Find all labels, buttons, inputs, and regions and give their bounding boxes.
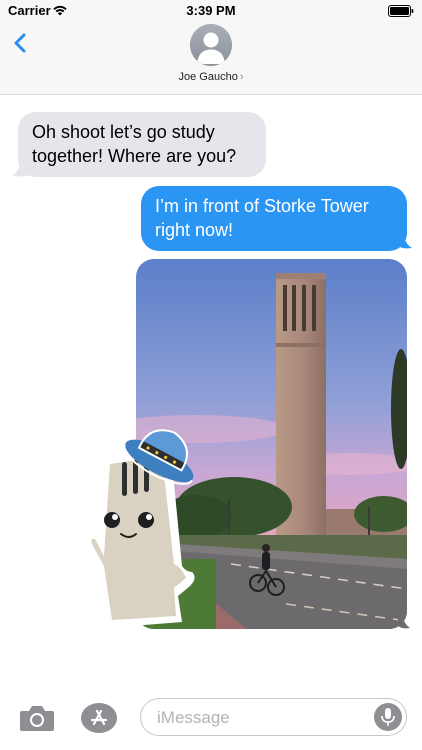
photo-bubble-tail [398, 616, 410, 629]
message-input-bar: iMessage [0, 690, 422, 750]
battery-icon [388, 5, 414, 17]
app-store-icon [81, 703, 117, 733]
message-input[interactable]: iMessage [140, 698, 407, 736]
incoming-message-text: Oh shoot let’s go study together! Where … [32, 122, 237, 166]
outgoing-message-text: I’m in front of Storke Tower right now! [155, 196, 369, 240]
camera-button[interactable] [18, 703, 56, 733]
status-time: 3:39 PM [186, 3, 236, 18]
chevron-left-icon [14, 33, 26, 53]
incoming-message-bubble[interactable]: Oh shoot let’s go study together! Where … [18, 112, 266, 177]
microphone-button[interactable] [374, 703, 402, 731]
chevron-right-icon: › [239, 71, 244, 83]
fork-sticker-graphic [84, 429, 195, 628]
message-placeholder: iMessage [157, 708, 230, 727]
avatar[interactable] [190, 24, 232, 66]
conversation-header: Joe Gaucho › [0, 22, 422, 95]
app-store-button[interactable] [80, 702, 118, 734]
contact-name-button[interactable]: Joe Gaucho › [0, 71, 422, 83]
back-button[interactable] [8, 28, 36, 58]
contact-name: Joe Gaucho [178, 71, 238, 83]
camera-icon [20, 706, 54, 731]
outgoing-message-bubble[interactable]: I’m in front of Storke Tower right now! [141, 186, 407, 251]
microphone-icon [381, 708, 395, 726]
fork-with-hat-sticker[interactable] [78, 416, 204, 630]
status-bar: Carrier 3:39 PM [0, 0, 422, 22]
person-silhouette-icon [190, 24, 232, 66]
